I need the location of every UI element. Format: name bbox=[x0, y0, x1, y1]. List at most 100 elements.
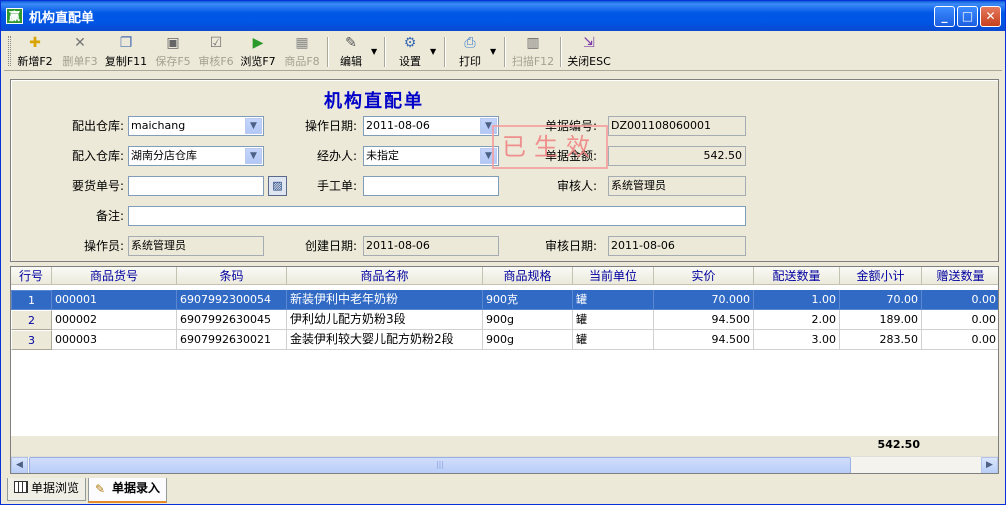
cell-name[interactable]: 新装伊利中老年奶粉 bbox=[287, 290, 483, 310]
auditor-field: 系统管理员 bbox=[608, 176, 746, 196]
toolbar-grip[interactable] bbox=[8, 36, 11, 66]
create-date-label: 创建日期: bbox=[304, 239, 357, 253]
column-header[interactable]: 条码 bbox=[177, 267, 287, 285]
product-button[interactable]: ▦ 商品F8 bbox=[281, 35, 323, 69]
toolbar-separator bbox=[444, 37, 446, 67]
close-window-button[interactable]: ✕ bbox=[980, 6, 1001, 27]
new-button[interactable]: ✚ 新增F2 bbox=[14, 35, 56, 69]
cell-unit[interactable]: 罐 bbox=[573, 310, 654, 330]
delete-button[interactable]: ✕ 删单F3 bbox=[59, 35, 101, 69]
cell-spec[interactable]: 900g bbox=[483, 330, 573, 350]
in-warehouse-label: 配入仓库: bbox=[71, 149, 124, 163]
cell-name[interactable]: 金装伊利较大婴儿配方奶粉2段 bbox=[287, 330, 483, 350]
barcode-icon: ▥ bbox=[526, 35, 540, 51]
cell-qty[interactable]: 1.00 bbox=[754, 290, 840, 310]
column-header[interactable]: 赠送数量 bbox=[922, 267, 998, 285]
cell-qty[interactable]: 3.00 bbox=[754, 330, 840, 350]
edit-button[interactable]: ✎ 编辑 bbox=[333, 35, 369, 69]
exit-door-icon: ⇲ bbox=[583, 35, 595, 51]
cell-price[interactable]: 94.500 bbox=[654, 310, 754, 330]
product-icon: ▦ bbox=[295, 35, 309, 51]
cell-barcode[interactable]: 6907992630021 bbox=[177, 330, 287, 350]
column-header[interactable]: 行号 bbox=[11, 267, 52, 285]
column-header[interactable]: 商品名称 bbox=[287, 267, 483, 285]
title-bar[interactable]: 赢 机构直配单 _ □ ✕ bbox=[1, 1, 1005, 31]
cell-subtotal[interactable]: 189.00 bbox=[840, 310, 922, 330]
audit-date-label: 审核日期: bbox=[544, 239, 597, 253]
settings-icon: ⚙ bbox=[403, 35, 417, 51]
cell-qty[interactable]: 2.00 bbox=[754, 310, 840, 330]
maximize-button[interactable]: □ bbox=[957, 6, 978, 27]
cell-barcode[interactable]: 6907992300054 bbox=[177, 290, 287, 310]
operator-label: 操作员: bbox=[83, 239, 124, 253]
items-grid: 行号 商品货号 条码 商品名称 商品规格 当前单位 实价 配送数量 金额小计 赠… bbox=[10, 266, 999, 474]
request-no-label: 要货单号: bbox=[71, 179, 124, 193]
cell-name[interactable]: 伊利幼儿配方奶粉3段 bbox=[287, 310, 483, 330]
operator-field: 系统管理员 bbox=[128, 236, 264, 256]
app-logo-icon: 赢 bbox=[6, 8, 23, 24]
request-no-input[interactable] bbox=[128, 176, 264, 196]
cell-code[interactable]: 000002 bbox=[52, 310, 177, 330]
column-header[interactable]: 金额小计 bbox=[840, 267, 922, 285]
remark-input[interactable] bbox=[128, 206, 746, 226]
scan-button[interactable]: ▥ 扫描F12 bbox=[509, 35, 557, 69]
settings-dropdown-arrow-icon[interactable]: ▼ bbox=[430, 47, 436, 56]
copy-button[interactable]: ❐ 复制F11 bbox=[102, 35, 150, 69]
save-button[interactable]: ▣ 保存F5 bbox=[152, 35, 194, 69]
cell-barcode[interactable]: 6907992630045 bbox=[177, 310, 287, 330]
settings-button[interactable]: ⚙ 设置 bbox=[392, 35, 428, 69]
out-warehouse-select[interactable]: maichang ▼ bbox=[128, 116, 264, 136]
cell-gift[interactable]: 0.00 bbox=[922, 310, 998, 330]
browse-button[interactable]: ▶ 浏览F7 bbox=[237, 35, 279, 69]
audit-button[interactable]: ☑ 审核F6 bbox=[195, 35, 237, 69]
column-header[interactable]: 配送数量 bbox=[754, 267, 840, 285]
column-header[interactable]: 商品货号 bbox=[52, 267, 177, 285]
cell-code[interactable]: 000001 bbox=[52, 290, 177, 310]
grid-table-icon bbox=[14, 481, 28, 493]
doc-amount-field: 542.50 bbox=[608, 146, 746, 166]
scroll-left-arrow-icon[interactable]: ◀ bbox=[11, 457, 28, 473]
column-header[interactable]: 实价 bbox=[654, 267, 754, 285]
tab-doc-browse[interactable]: 单据浏览 bbox=[7, 478, 87, 501]
cell-subtotal[interactable]: 70.00 bbox=[840, 290, 922, 310]
minimize-button[interactable]: _ bbox=[934, 6, 955, 27]
in-warehouse-select[interactable]: 湖南分店仓库 ▼ bbox=[128, 146, 264, 166]
op-date-picker[interactable]: 2011-08-06 ▼ bbox=[363, 116, 499, 136]
cell-spec[interactable]: 900克 bbox=[483, 290, 573, 310]
cell-unit[interactable]: 罐 bbox=[573, 330, 654, 350]
table-row[interactable]: 2 000002 6907992630045 伊利幼儿配方奶粉3段 900g 罐… bbox=[11, 310, 998, 330]
print-dropdown-arrow-icon[interactable]: ▼ bbox=[490, 47, 496, 56]
scrollbar-thumb[interactable]: ||| bbox=[29, 457, 851, 473]
cell-unit[interactable]: 罐 bbox=[573, 290, 654, 310]
create-date-field: 2011-08-06 bbox=[363, 236, 499, 256]
chevron-down-icon[interactable]: ▼ bbox=[245, 118, 262, 134]
audit-check-icon: ☑ bbox=[209, 35, 223, 51]
table-row[interactable]: 1 000001 6907992300054 新装伊利中老年奶粉 900克 罐 … bbox=[11, 290, 998, 310]
cell-price[interactable]: 70.000 bbox=[654, 290, 754, 310]
cell-gift[interactable]: 0.00 bbox=[922, 330, 998, 350]
handler-label: 经办人: bbox=[316, 149, 357, 163]
scroll-right-arrow-icon[interactable]: ▶ bbox=[981, 457, 998, 473]
toolbar-separator bbox=[327, 37, 329, 67]
print-button[interactable]: ⎙ 打印 bbox=[452, 35, 488, 69]
edit-dropdown-arrow-icon[interactable]: ▼ bbox=[371, 47, 377, 56]
grid-total-row: 542.50 bbox=[11, 436, 998, 455]
delete-x-icon: ✕ bbox=[74, 35, 86, 51]
manual-no-input[interactable] bbox=[363, 176, 499, 196]
cell-gift[interactable]: 0.00 bbox=[922, 290, 998, 310]
close-esc-button[interactable]: ⇲ 关闭ESC bbox=[565, 35, 613, 69]
cell-price[interactable]: 94.500 bbox=[654, 330, 754, 350]
cell-code[interactable]: 000003 bbox=[52, 330, 177, 350]
horizontal-scrollbar[interactable]: ◀ ||| ▶ bbox=[11, 456, 998, 473]
cell-spec[interactable]: 900g bbox=[483, 310, 573, 330]
cell-subtotal[interactable]: 283.50 bbox=[840, 330, 922, 350]
total-amount: 542.50 bbox=[877, 438, 920, 451]
column-header[interactable]: 当前单位 bbox=[573, 267, 654, 285]
column-header[interactable]: 商品规格 bbox=[483, 267, 573, 285]
tab-doc-entry[interactable]: ✎ 单据录入 bbox=[88, 478, 168, 503]
handler-select[interactable]: 未指定 ▼ bbox=[363, 146, 499, 166]
new-doc-icon: ✚ bbox=[29, 35, 41, 51]
table-row[interactable]: 3 000003 6907992630021 金装伊利较大婴儿配方奶粉2段 90… bbox=[11, 330, 998, 350]
chevron-down-icon[interactable]: ▼ bbox=[245, 148, 262, 164]
save-disk-icon: ▣ bbox=[166, 35, 180, 51]
